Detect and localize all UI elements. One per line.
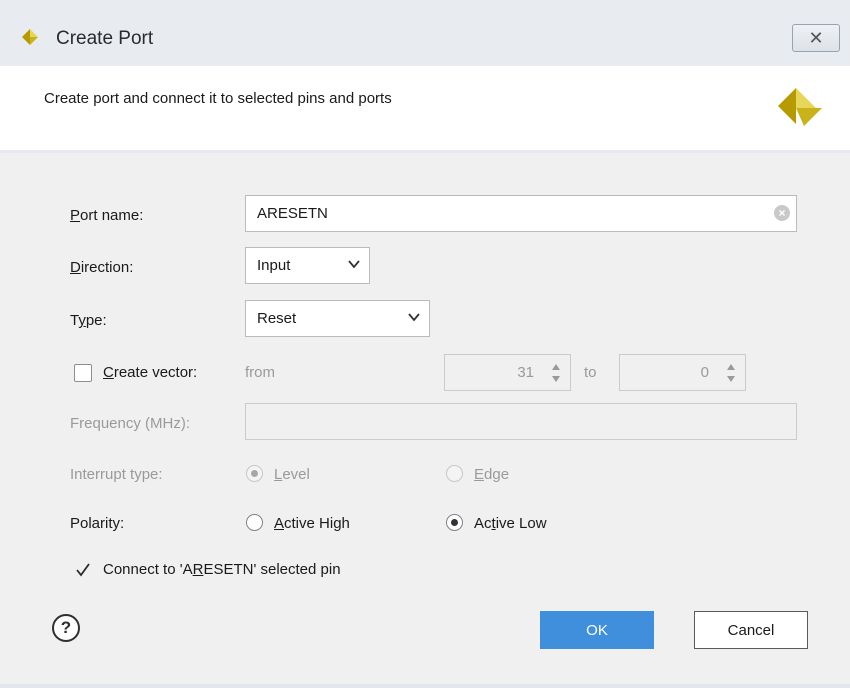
direction-select[interactable]: Input <box>245 247 370 284</box>
vector-from-value: 31 <box>517 364 534 381</box>
create-vector-label[interactable]: Create vector: <box>103 364 197 381</box>
vector-to-spinner[interactable]: 0 <box>619 354 746 391</box>
connect-pin-checkbox[interactable] <box>74 561 92 579</box>
direction-label: Direction: <box>70 259 134 276</box>
interrupt-edge-radio[interactable] <box>446 465 463 482</box>
window-title: Create Port <box>56 28 154 49</box>
xilinx-logo-icon <box>22 29 38 45</box>
polarity-label: Polarity: <box>70 515 125 532</box>
create-vector-checkbox[interactable] <box>74 364 92 382</box>
xilinx-logo-icon <box>778 88 822 126</box>
type-value: Reset <box>257 310 297 327</box>
chevron-down-icon <box>408 313 420 322</box>
direction-value: Input <box>257 257 291 274</box>
interrupt-level-label[interactable]: Level <box>274 466 310 483</box>
dialog-header <box>0 66 850 153</box>
interrupt-level-radio[interactable] <box>246 465 263 482</box>
spinner-arrows-icon <box>552 364 560 382</box>
help-button[interactable]: ? <box>52 614 80 642</box>
frequency-input[interactable] <box>245 403 797 440</box>
vector-from-label: from <box>245 364 275 381</box>
polarity-active-high-label[interactable]: Active High <box>274 515 350 532</box>
cancel-button[interactable]: Cancel <box>694 611 808 649</box>
ok-button[interactable]: OK <box>540 611 654 649</box>
chevron-down-icon <box>348 260 360 269</box>
close-button[interactable]: ✕ <box>792 24 840 52</box>
close-icon: ✕ <box>808 27 824 48</box>
port-name-label: Port name: <box>70 207 144 224</box>
connect-pin-label[interactable]: Connect to 'ARESETN' selected pin <box>103 561 341 578</box>
port-name-value: ARESETN <box>257 205 328 222</box>
port-name-input[interactable]: ARESETN × <box>245 195 797 232</box>
dialog-bottom-edge <box>0 684 850 688</box>
type-select[interactable]: Reset <box>245 300 430 337</box>
interrupt-type-label: Interrupt type: <box>70 466 163 483</box>
polarity-active-high-radio[interactable] <box>246 514 263 531</box>
type-label: Type: <box>70 312 107 329</box>
vector-to-value: 0 <box>700 364 709 381</box>
polarity-active-low-radio[interactable] <box>446 514 463 531</box>
help-icon: ? <box>60 618 72 637</box>
spinner-arrows-icon <box>727 364 735 382</box>
interrupt-edge-label[interactable]: Edge <box>474 466 509 483</box>
frequency-label: Frequency (MHz): <box>70 415 191 432</box>
vector-to-label: to <box>584 364 597 381</box>
polarity-active-low-label[interactable]: Active Low <box>474 515 547 532</box>
clear-icon[interactable]: × <box>774 205 790 221</box>
checkmark-icon <box>76 563 90 577</box>
vector-from-spinner[interactable]: 31 <box>444 354 571 391</box>
dialog-description: Create port and connect it to selected p… <box>44 90 392 107</box>
